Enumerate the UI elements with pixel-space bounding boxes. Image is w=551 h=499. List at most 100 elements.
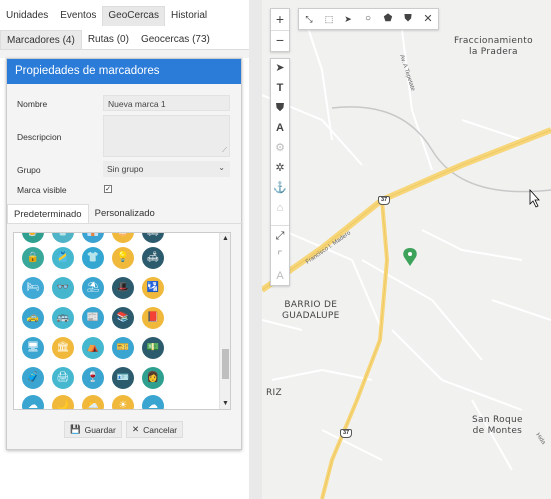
bed-icon[interactable]: 🛏 — [22, 277, 44, 299]
font-small-icon[interactable]: A — [271, 267, 289, 285]
label-fraccionamiento: Fraccionamiento la Pradera — [454, 36, 533, 57]
zoom-in-icon[interactable]: + — [271, 10, 289, 28]
asterisk-icon[interactable]: ✲ — [271, 159, 289, 177]
icon-glyph: 👩 — [146, 372, 160, 383]
icon-tabs: Predeterminado Personalizado — [7, 204, 243, 224]
descripcion-textarea[interactable]: ⟋ — [103, 115, 230, 157]
fullscreen-icon[interactable]: ⤢ — [271, 227, 289, 245]
book-icon[interactable]: 📕 — [142, 307, 164, 329]
anchor-icon[interactable]: ⚓ — [271, 179, 289, 197]
sub-tabs: Marcadores (4) Rutas (0) Geocercas (73) — [0, 30, 249, 50]
tab-eventos[interactable]: Eventos — [54, 6, 102, 26]
tent-icon[interactable]: ⛺ — [82, 337, 104, 359]
cancel-label: Cancelar — [143, 424, 178, 435]
tab-unidades[interactable]: Unidades — [0, 6, 54, 26]
icon-glyph: 👕 — [52, 233, 74, 243]
bus-icon[interactable]: 🚌 — [52, 307, 74, 329]
books-icon[interactable]: 📚 — [112, 307, 134, 329]
wine-icon[interactable]: 🍷 — [82, 367, 104, 389]
panel-divider[interactable] — [249, 0, 262, 499]
nombre-input[interactable]: Nueva marca 1 — [103, 95, 230, 111]
passport-icon[interactable]: 🛂 — [142, 277, 164, 299]
corner-icon[interactable]: ⌜ — [271, 247, 289, 265]
scroll-up-icon[interactable]: ▲ — [222, 235, 229, 242]
tshirt-red-icon[interactable]: 👕 — [82, 247, 104, 269]
umbrella-icon[interactable]: ⛱ — [82, 277, 104, 299]
computer-icon[interactable]: 🖥 — [22, 337, 44, 359]
moon-cloud-icon[interactable]: 🌙 — [52, 395, 74, 409]
icon-glyph: 🛏 — [26, 282, 40, 293]
luggage-icon[interactable]: 🧳 — [22, 367, 44, 389]
cancel-button[interactable]: ✕ Cancelar — [126, 421, 184, 438]
font-a-icon[interactable]: A — [271, 119, 289, 137]
icon-glyph: ⛅ — [86, 400, 100, 410]
badge-icon[interactable]: ⛊ — [271, 99, 289, 117]
tank-top-icon[interactable]: 🎽 — [52, 247, 74, 269]
icon-glyph: 🍷 — [86, 372, 100, 383]
gear-icon[interactable]: ⚙ — [271, 139, 289, 157]
printer-icon[interactable]: 🖨 — [52, 367, 74, 389]
navigate-icon[interactable]: ➤ — [271, 59, 289, 77]
route-shield-2: 37 — [340, 429, 352, 438]
label-barrio-guadalupe: BARRIO DE GUADALUPE — [282, 300, 340, 321]
shield-icon[interactable]: ⛊ — [399, 10, 417, 28]
newspaper-icon[interactable]: 📰 — [82, 307, 104, 329]
icon-glyph: 👕 — [86, 252, 100, 263]
lamp-icon[interactable]: 💡 — [112, 247, 134, 269]
marca-visible-checkbox[interactable]: ✓ — [104, 185, 112, 193]
sun-cloud-icon[interactable]: ⛅ — [82, 395, 104, 410]
circle-icon[interactable]: ○ — [359, 10, 377, 28]
icon-picker: 🍺 👕 👔 🎂 🛋 🔒 🎽 👕 💡 🛋 🛏 👓 ⛱ 🎩 🛂 🚕 🚌 📰 📚 📕 🖥 🏛 ⛺ 🎫 💵 🧳 🖨 🍷 🪪 👩 ☁ 🌙 ⛅ ☀ ☁ ▲ ▼ — [13, 232, 231, 410]
safe-icon[interactable]: 🔒 — [22, 247, 44, 269]
nurse-icon[interactable]: 👩 — [142, 367, 164, 389]
tshirt-icon[interactable]: 👕 — [52, 233, 74, 243]
polyline-icon[interactable]: ⤡ — [300, 10, 318, 28]
map[interactable]: 37 37 Fraccionamiento la Pradera BARRIO … — [262, 0, 551, 499]
money-icon[interactable]: 💵 — [142, 337, 164, 359]
glasses-icon[interactable]: 👓 — [52, 277, 74, 299]
icon-glyph: 🖥 — [26, 342, 40, 353]
tab-historial[interactable]: Historial — [165, 6, 213, 26]
pointer-icon[interactable]: ➤ — [339, 10, 357, 28]
tab-geocercas-sub[interactable]: Geocercas (73) — [135, 30, 216, 49]
id-card-icon[interactable]: 🪪 — [112, 367, 134, 389]
grupo-select[interactable]: Sin grupo ⌄ — [103, 161, 230, 177]
floppy-icon: 💾 — [70, 424, 81, 434]
resize-handle-icon[interactable]: ⟋ — [222, 147, 227, 155]
tag-icon[interactable]: ⌂ — [271, 199, 289, 217]
cloud-2-icon[interactable]: ☁ — [142, 395, 164, 409]
icon-glyph: 🖨 — [56, 372, 70, 383]
hat-icon[interactable]: 🎩 — [112, 277, 134, 299]
icon-scrollbar[interactable]: ▲ ▼ — [219, 233, 230, 409]
marca-visible-label: Marca visible — [17, 185, 67, 195]
building-icon[interactable]: 🏛 — [52, 337, 74, 359]
save-button[interactable]: 💾 Guardar — [64, 421, 122, 438]
marker-icon[interactable]: ⬟ — [379, 10, 397, 28]
scroll-thumb[interactable] — [222, 349, 229, 379]
sun-icon[interactable]: ☀ — [112, 395, 134, 409]
polygon-icon[interactable]: ⬚ — [320, 10, 338, 28]
close-icon: ✕ — [132, 424, 140, 434]
zoom-out-icon[interactable]: − — [271, 31, 289, 49]
beer-icon[interactable]: 🍺 — [22, 233, 44, 243]
icon-glyph: 👓 — [56, 282, 70, 293]
route-shield-1: 37 — [378, 196, 390, 205]
chevron-down-icon: ⌄ — [218, 163, 225, 172]
text-icon[interactable]: T — [271, 79, 289, 97]
cake-icon[interactable]: 🎂 — [112, 233, 134, 243]
scroll-down-icon[interactable]: ▼ — [222, 400, 229, 407]
taxi-icon[interactable]: 🚕 — [22, 307, 44, 329]
tab-geocercas[interactable]: GeoCercas — [102, 6, 165, 26]
ticket-icon[interactable]: 🎫 — [112, 337, 134, 359]
sofa-icon[interactable]: 🛋 — [142, 233, 164, 243]
cloud-icon[interactable]: ☁ — [22, 395, 44, 409]
tab-marcadores[interactable]: Marcadores (4) — [0, 30, 82, 49]
tab-predeterminado[interactable]: Predeterminado — [7, 204, 89, 223]
close-icon[interactable]: ✕ — [419, 10, 437, 28]
icon-glyph: 📚 — [116, 312, 130, 323]
tab-personalizado[interactable]: Personalizado — [89, 204, 161, 223]
shirt-icon[interactable]: 👔 — [82, 233, 104, 243]
zoom-control: + − — [270, 8, 290, 52]
sofa-red-icon[interactable]: 🛋 — [142, 247, 164, 269]
tab-rutas[interactable]: Rutas (0) — [82, 30, 135, 49]
